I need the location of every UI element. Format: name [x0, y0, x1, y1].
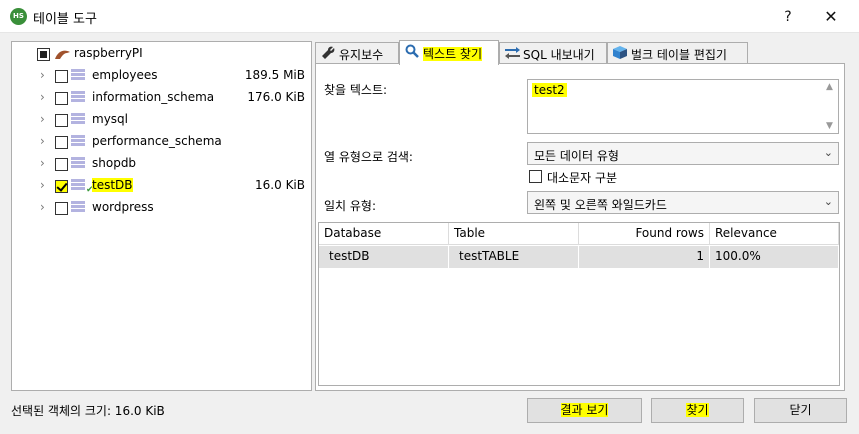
column-header-database[interactable]: Database — [319, 223, 449, 245]
find-text-label: 찾을 텍스트: — [324, 83, 388, 97]
object-tree[interactable]: raspberryPI › employees 189.5 MiB › info… — [11, 41, 312, 391]
cell-table: testTABLE — [449, 246, 579, 268]
tree-checkbox[interactable] — [55, 158, 68, 171]
tree-checkbox[interactable] — [55, 136, 68, 149]
chevron-right-icon[interactable]: › — [40, 200, 50, 214]
tab-label: 유지보수 — [339, 48, 384, 62]
server-dolphin-icon — [55, 50, 70, 59]
export-icon — [504, 47, 520, 62]
tab-text-search[interactable]: 텍스트 찾기 — [399, 40, 499, 65]
tab-bulk-table-editor[interactable]: 벌크 테이블 편집기 — [607, 42, 748, 64]
tree-item-label: mysql — [92, 112, 128, 126]
search-icon — [404, 44, 420, 61]
window-title: 테이블 도구 — [33, 12, 97, 27]
find-text-value: test2 — [532, 83, 567, 97]
chevron-right-icon[interactable]: › — [40, 178, 50, 192]
chevron-down-icon[interactable]: ▼ — [826, 121, 833, 131]
database-icon — [71, 69, 85, 83]
database-icon — [71, 201, 85, 215]
text-search-panel: 찾을 텍스트: test2 ▲ ▼ 열 유형으로 검색: 모든 데이터 유형 ⌄… — [315, 63, 845, 391]
match-type-select[interactable]: 왼쪽 및 오른쪽 와일드카드 ⌄ — [527, 191, 839, 214]
case-sensitive-label: 대소문자 구분 — [547, 171, 618, 185]
case-sensitive-checkbox[interactable] — [529, 170, 542, 183]
tree-item-information-schema[interactable]: › information_schema 176.0 KiB — [12, 87, 311, 109]
app-logo-icon: HS — [10, 8, 27, 25]
show-results-label: 결과 보기 — [560, 403, 609, 417]
column-header-relevance[interactable]: Relevance — [710, 223, 839, 245]
root-checkbox[interactable] — [37, 48, 50, 61]
tab-maintenance[interactable]: 유지보수 — [315, 42, 399, 64]
wrench-icon — [320, 46, 336, 62]
tab-label: 텍스트 찾기 — [423, 47, 483, 61]
database-icon — [71, 157, 85, 171]
results-header: Database Table Found rows Relevance — [319, 223, 839, 245]
tree-root[interactable]: raspberryPI — [12, 43, 311, 65]
find-button[interactable]: 찾기 — [651, 398, 744, 423]
database-icon — [71, 91, 85, 105]
results-grid[interactable]: Database Table Found rows Relevance test… — [318, 222, 840, 386]
database-icon — [71, 113, 85, 127]
help-button[interactable]: ? — [770, 5, 806, 29]
cell-found-rows: 1 — [579, 246, 710, 268]
title-bar: HS 테이블 도구 ? ✕ — [0, 0, 859, 33]
tree-item-size: 16.0 KiB — [255, 178, 305, 192]
close-window-button[interactable]: ✕ — [813, 5, 849, 29]
show-results-button[interactable]: 결과 보기 — [527, 398, 642, 423]
tree-item-label: performance_schema — [92, 134, 222, 148]
cell-database: testDB — [319, 246, 449, 268]
chevron-up-icon[interactable]: ▲ — [826, 82, 833, 92]
chevron-down-icon: ⌄ — [823, 195, 833, 208]
tree-item-employees[interactable]: › employees 189.5 MiB — [12, 65, 311, 87]
tree-root-label: raspberryPI — [74, 46, 143, 60]
column-header-found-rows[interactable]: Found rows — [579, 223, 710, 245]
chevron-right-icon[interactable]: › — [40, 68, 50, 82]
match-type-label: 일치 유형: — [324, 199, 377, 213]
selection-size-status: 선택된 객체의 크기: 16.0 KiB — [11, 404, 165, 418]
find-label: 찾기 — [686, 403, 709, 417]
database-icon — [71, 135, 85, 149]
tree-item-performance-schema[interactable]: › performance_schema — [12, 131, 311, 153]
chevron-right-icon[interactable]: › — [40, 156, 50, 170]
tree-checkbox[interactable] — [55, 114, 68, 127]
column-type-label: 열 유형으로 검색: — [324, 150, 413, 164]
tab-label: SQL 내보내기 — [523, 48, 595, 62]
tree-item-size: 189.5 MiB — [244, 68, 305, 82]
tree-checkbox[interactable] — [55, 202, 68, 215]
cube-icon — [612, 46, 628, 62]
chevron-down-icon: ⌄ — [823, 146, 833, 159]
chevron-right-icon[interactable]: › — [40, 112, 50, 126]
tree-item-label: employees — [92, 68, 158, 82]
database-icon — [71, 179, 85, 193]
tab-label: 벌크 테이블 편집기 — [631, 48, 727, 62]
tree-item-label: testDB — [92, 178, 133, 192]
tree-checkbox[interactable] — [55, 70, 68, 83]
column-type-select[interactable]: 모든 데이터 유형 ⌄ — [527, 142, 839, 165]
tree-item-label: information_schema — [92, 90, 215, 104]
tree-item-shopdb[interactable]: › shopdb — [12, 153, 311, 175]
tree-item-size: 176.0 KiB — [247, 90, 305, 104]
tab-strip: 유지보수 텍스트 찾기 SQL 내보내기 벌크 테이블 편집기 — [315, 40, 859, 65]
find-text-input[interactable]: test2 ▲ ▼ — [527, 79, 839, 134]
table-row[interactable]: testDB testTABLE 1 100.0% — [319, 246, 839, 268]
tree-item-wordpress[interactable]: › wordpress — [12, 197, 311, 219]
chevron-right-icon[interactable]: › — [40, 90, 50, 104]
match-type-value: 왼쪽 및 오른쪽 와일드카드 — [534, 198, 667, 212]
tab-sql-export[interactable]: SQL 내보내기 — [499, 42, 607, 64]
column-header-table[interactable]: Table — [449, 223, 579, 245]
chevron-right-icon[interactable]: › — [40, 134, 50, 148]
tree-item-label: wordpress — [92, 200, 154, 214]
column-type-value: 모든 데이터 유형 — [534, 149, 619, 163]
tree-item-testdb[interactable]: › ✔ testDB 16.0 KiB — [12, 175, 311, 197]
tree-checkbox-checked[interactable] — [55, 180, 68, 193]
tree-item-label: shopdb — [92, 156, 137, 170]
close-button[interactable]: 닫기 — [754, 398, 847, 423]
textarea-scrollbar[interactable]: ▲ ▼ — [823, 80, 838, 133]
tree-checkbox[interactable] — [55, 92, 68, 105]
tree-item-mysql[interactable]: › mysql — [12, 109, 311, 131]
cell-relevance: 100.0% — [710, 246, 839, 268]
